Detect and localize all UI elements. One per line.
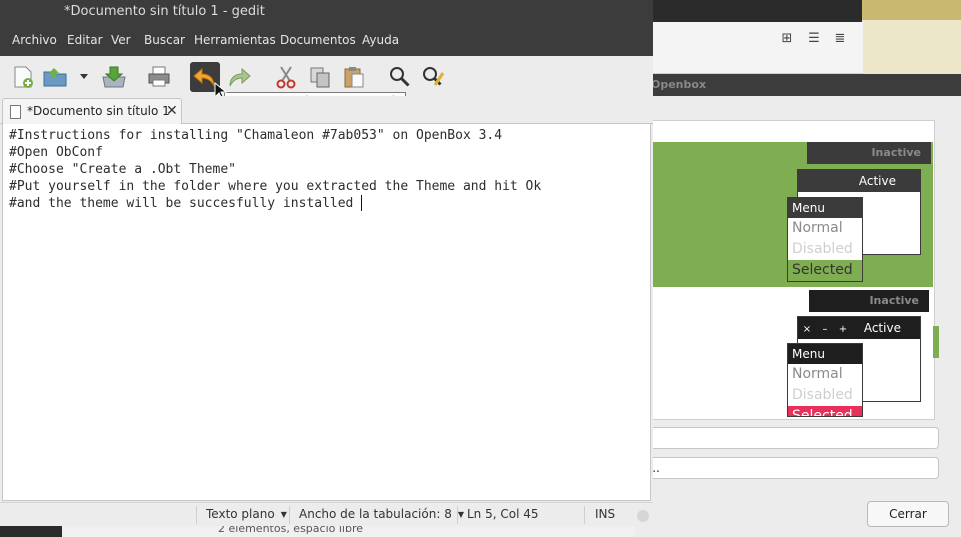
menu-archivo[interactable]: Archivo	[12, 33, 57, 47]
editor-line-4: #Put yourself in the folder where you ex…	[9, 179, 542, 194]
gedit-window: *Documento sin título 1 - gedit Archivo …	[0, 0, 653, 526]
openbox-title: Openbox	[651, 78, 707, 91]
insert-mode: INS	[595, 507, 616, 521]
tab-label: *Documento sin título 1	[27, 104, 170, 118]
open-icon[interactable]	[40, 62, 70, 92]
preview-active-title: Active	[798, 170, 920, 192]
open-recent-dropdown-icon[interactable]	[72, 62, 96, 92]
preview-menu-2: Menu Normal Disabled Selected	[787, 343, 863, 417]
list-view-icon[interactable]: ≣	[833, 32, 847, 46]
openbox-titlebar: Openbox	[635, 74, 961, 96]
tab-close-icon[interactable]: ✕	[166, 99, 178, 123]
file-manager-window: ⊞ ☰ ≣	[653, 22, 863, 74]
openbox-field-2[interactable]: t)...	[635, 457, 939, 479]
language-selector[interactable]: Texto plano ▼	[206, 503, 287, 526]
menu-documentos[interactable]: Documentos	[280, 33, 356, 47]
openbox-field-1[interactable]	[635, 427, 939, 449]
preview-close-icon: ×	[802, 324, 812, 335]
window-title: *Documento sin título 1 - gedit	[0, 0, 653, 24]
desktop-background	[862, 0, 961, 20]
menu-ayuda[interactable]: Ayuda	[362, 33, 399, 47]
chevron-down-icon: ▼	[280, 509, 287, 519]
document-icon	[10, 105, 21, 119]
preview-minimize-icon: –	[822, 324, 828, 335]
statusbar-divider	[457, 506, 458, 524]
redo-icon[interactable]	[224, 62, 254, 92]
chevron-down-icon: ▼	[457, 509, 464, 519]
preview-active-title-2: × – + Active	[798, 317, 920, 339]
theme-list-scrollbar[interactable]	[933, 326, 939, 358]
tab-bar: *Documento sin título 1 ✕	[0, 96, 653, 125]
preview-menu-header: Menu	[788, 198, 862, 218]
preview-maximize-icon: +	[838, 324, 848, 335]
preview-menu-normal-2: Normal	[792, 366, 843, 382]
cut-icon[interactable]	[271, 62, 301, 92]
toolbar	[0, 56, 653, 96]
menubar: Archivo Editar Ver Buscar Herramientas D…	[0, 24, 653, 56]
editor-line-1: #Instructions for installing "Chamaleon …	[9, 128, 503, 143]
text-caret	[361, 195, 362, 211]
editor-line-3: #Choose "Create a .Obt Theme"	[9, 162, 236, 177]
save-icon[interactable]	[99, 62, 129, 92]
text-editor[interactable]: #Instructions for installing "Chamaleon …	[2, 124, 651, 501]
preview-menu-selected: Selected	[788, 260, 862, 281]
tab-document[interactable]: *Documento sin título 1 ✕	[2, 98, 182, 125]
menu-ver[interactable]: Ver	[111, 33, 131, 47]
find-replace-icon[interactable]	[419, 62, 449, 92]
print-icon[interactable]	[144, 62, 174, 92]
tab-width-label: Ancho de la tabulación: 8	[299, 507, 452, 521]
statusbar-divider	[584, 506, 585, 524]
statusbar: Texto plano ▼ Ancho de la tabulación: 8 ▼ …	[0, 502, 653, 526]
preview-menu-disabled-2: Disabled	[792, 387, 853, 403]
tab-width-selector[interactable]: Ancho de la tabulación: 8 ▼	[299, 503, 464, 526]
icon-view-icon[interactable]: ⊞	[780, 32, 794, 46]
find-icon[interactable]	[385, 62, 415, 92]
new-document-icon[interactable]	[8, 62, 38, 92]
preview-menu-selected-2: Selected	[788, 406, 862, 416]
preview-inactive-window-2: Inactive	[809, 290, 929, 312]
menu-editar[interactable]: Editar	[67, 33, 103, 47]
editor-line-5: #and the theme will be succesfully insta…	[9, 196, 354, 211]
file-manager-panel	[862, 20, 961, 74]
preview-menu-disabled: Disabled	[792, 241, 853, 257]
menu-herramientas[interactable]: Herramientas	[194, 33, 276, 47]
preview-menu: Menu Normal Disabled Selected	[787, 197, 863, 282]
editor-line-2: #Open ObConf	[9, 145, 103, 160]
cursor-position: Ln 5, Col 45	[467, 507, 539, 521]
preview-active-label-2: Active	[863, 321, 901, 335]
copy-icon[interactable]	[305, 62, 335, 92]
statusbar-divider	[289, 506, 290, 524]
preview-menu-header-2: Menu	[788, 344, 862, 364]
compact-view-icon[interactable]: ☰	[807, 32, 821, 46]
preview-menu-normal: Normal	[792, 220, 843, 236]
statusbar-divider	[196, 506, 197, 524]
paste-icon[interactable]	[339, 62, 369, 92]
close-button[interactable]: Cerrar	[867, 501, 949, 527]
menu-buscar[interactable]: Buscar	[144, 33, 185, 47]
preview-inactive-window: Inactive	[807, 142, 931, 164]
resize-grip[interactable]	[637, 510, 649, 522]
language-label: Texto plano	[206, 507, 275, 521]
openbox-config-window: Openbox Inactive Active Menu Normal Disa…	[635, 74, 961, 537]
